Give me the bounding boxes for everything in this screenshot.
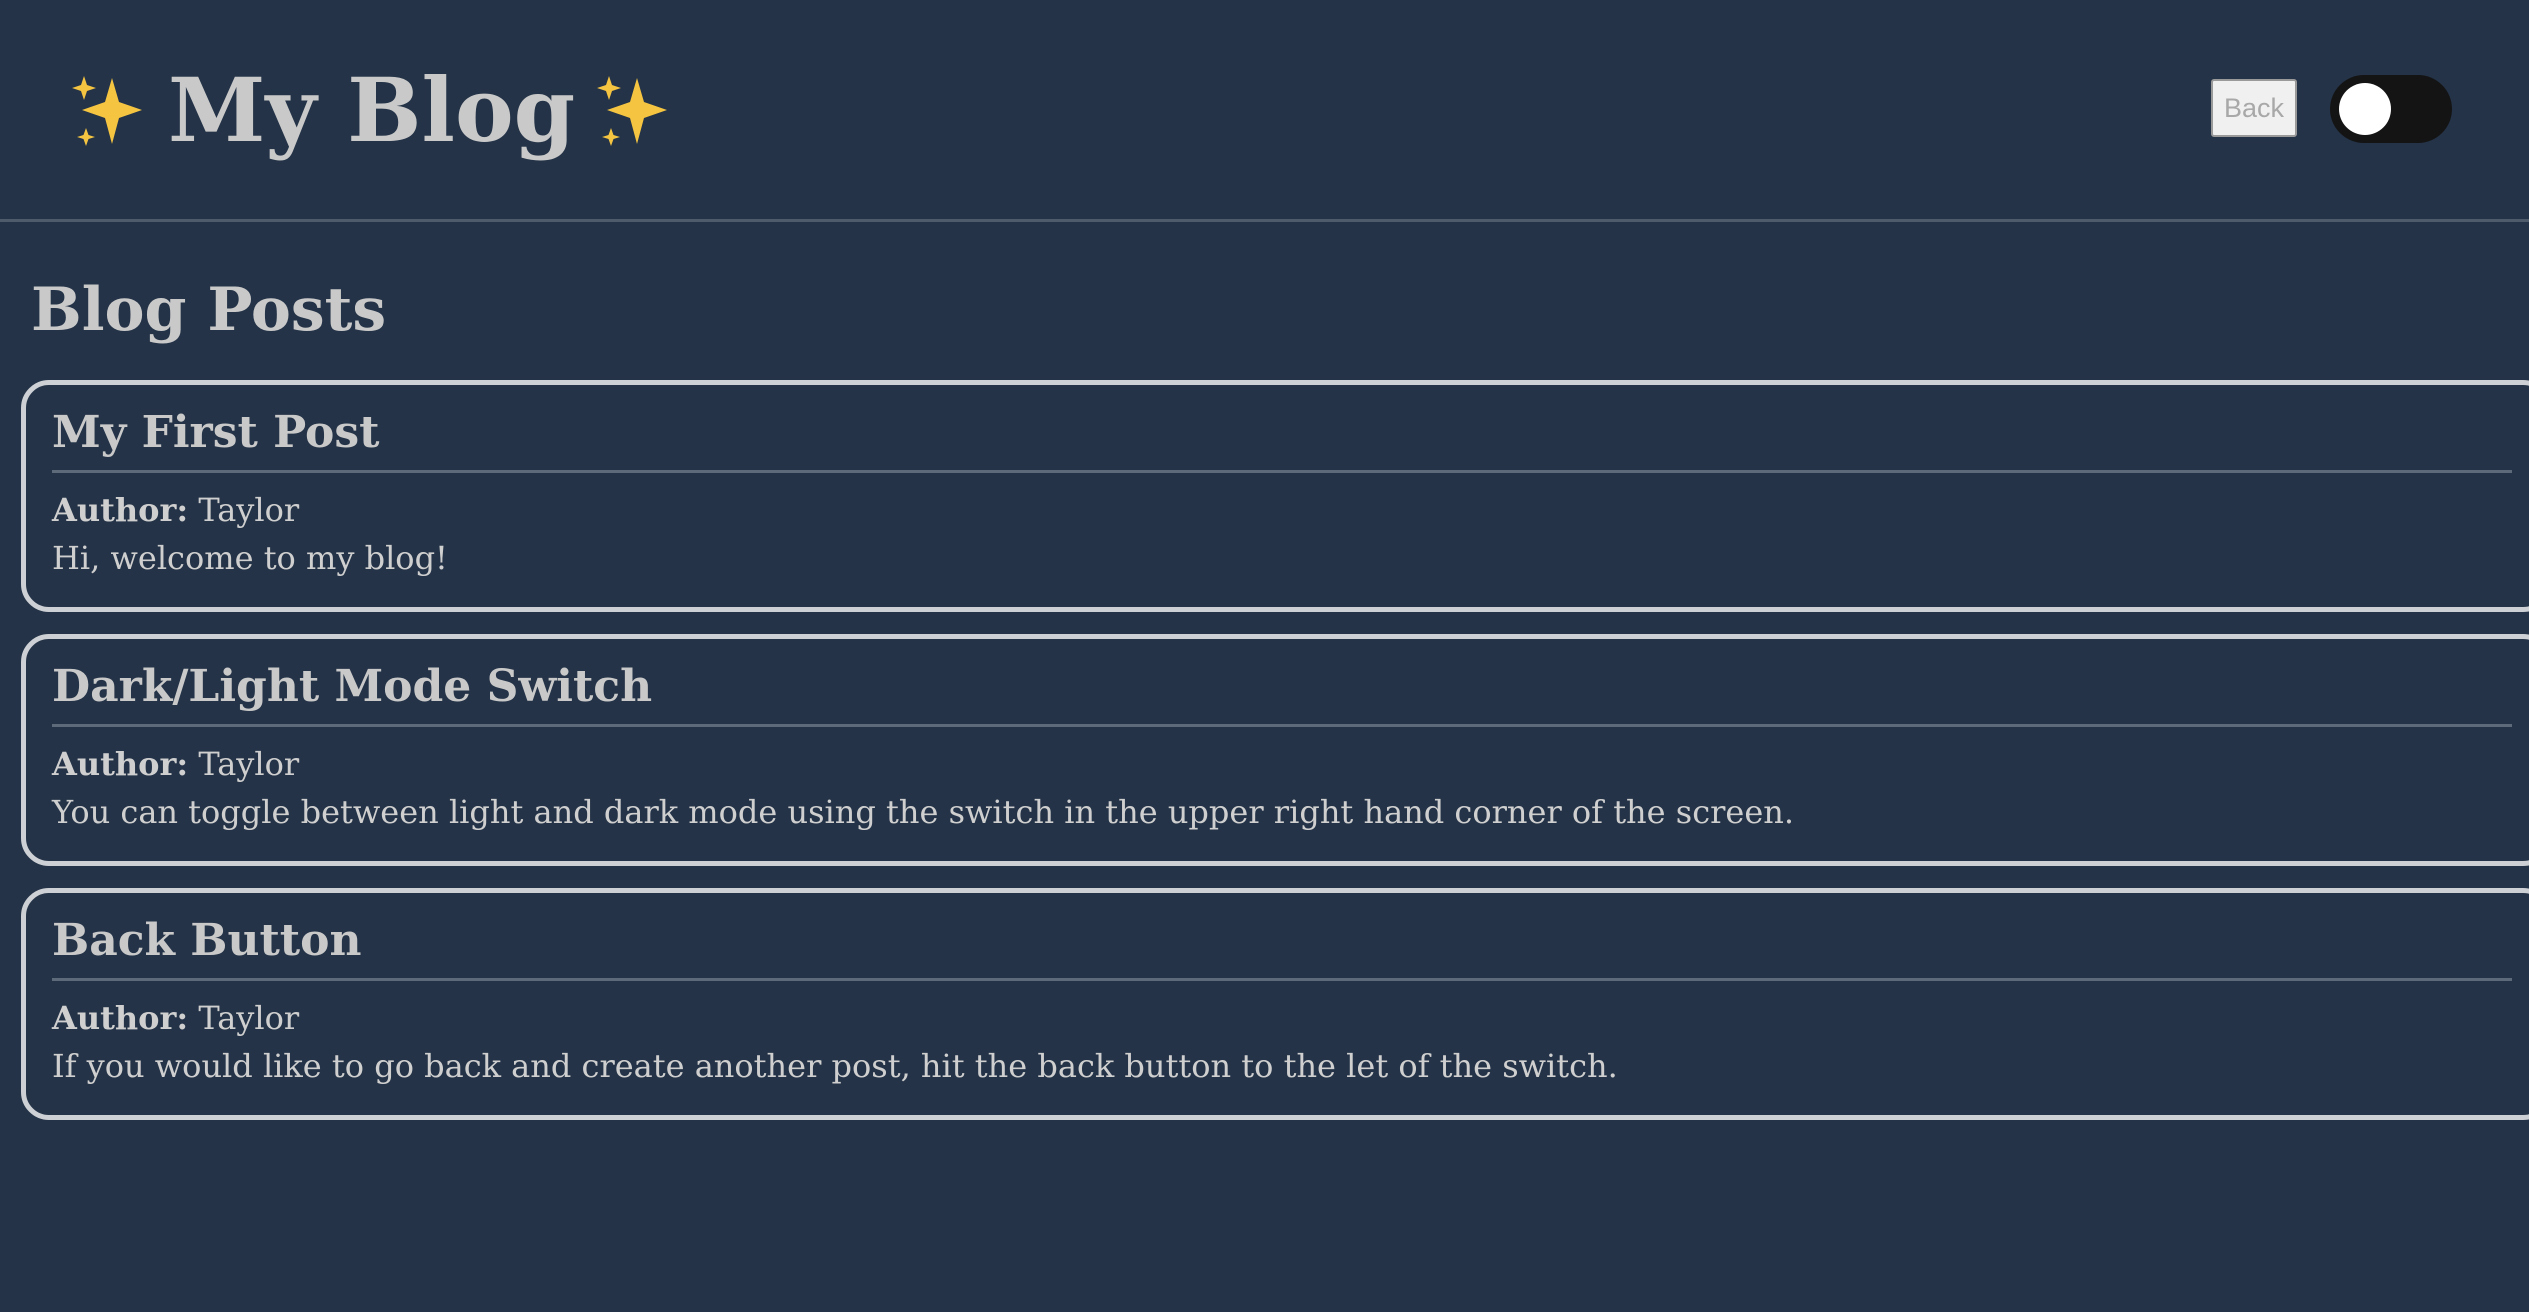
- post-title: My First Post: [52, 407, 380, 458]
- site-header: My Blog Back: [0, 0, 2529, 222]
- post-card: Back Button Author: Taylor If you would …: [21, 888, 2529, 1120]
- post-title: Back Button: [52, 915, 362, 966]
- post-divider: [52, 978, 2512, 981]
- post-author: Author: Taylor: [52, 487, 299, 533]
- section-heading: Blog Posts: [31, 275, 387, 345]
- post-card: Dark/Light Mode Switch Author: Taylor Yo…: [21, 634, 2529, 866]
- toggle-knob: [2339, 83, 2391, 135]
- post-author: Author: Taylor: [52, 995, 299, 1041]
- post-divider: [52, 724, 2512, 727]
- author-name: Taylor: [198, 491, 300, 529]
- post-body: You can toggle between light and dark mo…: [52, 793, 1795, 831]
- post-card: My First Post Author: Taylor Hi, welcome…: [21, 380, 2529, 612]
- post-divider: [52, 470, 2512, 473]
- post-author: Author: Taylor: [52, 741, 299, 787]
- back-button[interactable]: Back: [2211, 79, 2297, 137]
- site-title: My Blog: [70, 50, 673, 170]
- sparkles-icon: [595, 50, 673, 170]
- author-name: Taylor: [198, 745, 300, 783]
- author-label: Author:: [52, 491, 189, 529]
- author-name: Taylor: [198, 999, 300, 1037]
- author-label: Author:: [52, 999, 189, 1037]
- post-title: Dark/Light Mode Switch: [52, 661, 653, 712]
- author-label: Author:: [52, 745, 189, 783]
- theme-toggle[interactable]: [2330, 75, 2452, 143]
- site-title-text: My Blog: [168, 58, 576, 162]
- post-body: Hi, welcome to my blog!: [52, 539, 448, 577]
- post-body: If you would like to go back and create …: [52, 1047, 1618, 1085]
- sparkles-icon: [70, 50, 148, 170]
